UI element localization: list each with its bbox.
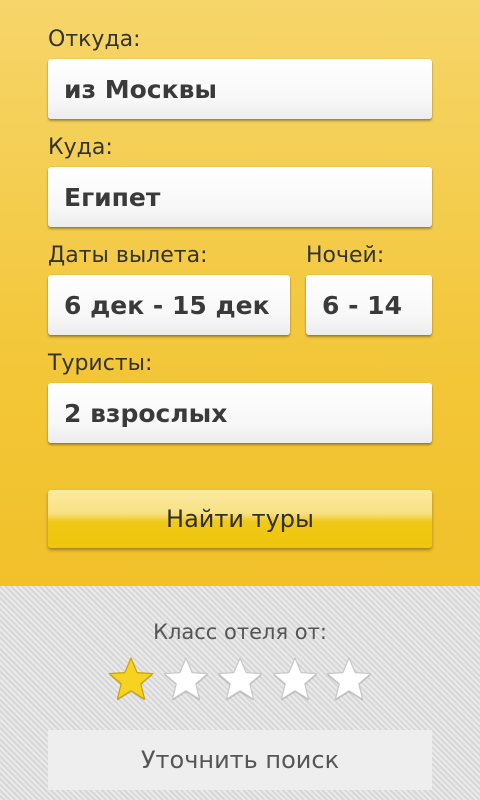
- from-field[interactable]: из Москвы: [48, 59, 432, 119]
- search-panel: Откуда: из Москвы Куда: Египет Даты выле…: [0, 0, 480, 586]
- to-label: Куда:: [48, 135, 113, 160]
- star-icon[interactable]: [217, 656, 263, 702]
- hotel-class-rating: [108, 656, 372, 706]
- dates-field[interactable]: 6 дек - 15 дек: [48, 275, 290, 335]
- nights-label: Ночей:: [306, 243, 385, 268]
- to-field[interactable]: Египет: [48, 167, 432, 227]
- hotel-class-label: Класс отеля от:: [153, 620, 327, 644]
- nights-field[interactable]: 6 - 14: [306, 275, 432, 335]
- tourists-label: Туристы:: [48, 351, 153, 376]
- star-icon[interactable]: [108, 656, 154, 702]
- dates-label: Даты вылета:: [48, 243, 208, 268]
- star-icon[interactable]: [163, 656, 209, 702]
- tourists-field[interactable]: 2 взрослых: [48, 383, 432, 443]
- find-tours-button[interactable]: Найти туры: [48, 490, 432, 548]
- star-icon[interactable]: [326, 656, 372, 702]
- star-icon[interactable]: [272, 656, 318, 702]
- refine-search-button[interactable]: Уточнить поиск: [48, 730, 432, 790]
- from-label: Откуда:: [48, 27, 141, 52]
